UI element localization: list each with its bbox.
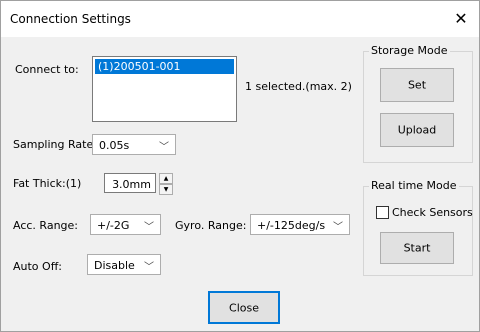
realtime-mode-title: Real time Mode [369, 179, 459, 192]
acc-range-select[interactable]: +/-2G ﹀ [90, 214, 161, 235]
upload-button-label: Upload [397, 123, 437, 137]
set-button-label: Set [407, 78, 427, 92]
gyro-range-select[interactable]: +/-125deg/s ﹀ [250, 214, 350, 235]
acc-range-label: Acc. Range: [13, 219, 78, 232]
fat-thick-stepper[interactable]: ▲ ▼ [159, 173, 173, 195]
start-button-label: Start [403, 241, 431, 255]
fat-thick-value: 3.0mm [112, 178, 151, 191]
gyro-range-label: Gyro. Range: [175, 219, 247, 232]
check-sensors-checkbox[interactable] [376, 206, 389, 219]
close-button-label: Close [229, 301, 259, 314]
connect-to-label: Connect to: [15, 63, 79, 76]
list-item[interactable]: (1)200501-001 [95, 59, 234, 74]
dialog-title: Connection Settings [10, 12, 131, 26]
close-button[interactable]: Close [208, 291, 280, 324]
chevron-down-icon: ﹀ [159, 142, 169, 153]
fat-thick-label: Fat Thick:(1) [13, 177, 82, 190]
selection-status: 1 selected.(max. 2) [245, 80, 352, 93]
chevron-down-icon: ﹀ [144, 262, 154, 273]
close-icon[interactable]: ✕ [451, 9, 471, 29]
start-button[interactable]: Start [380, 232, 454, 264]
connection-settings-dialog: Connection Settings ✕ Connect to: (1)200… [0, 0, 480, 332]
check-sensors-label: Check Sensors [392, 206, 473, 219]
spin-down-icon[interactable]: ▼ [159, 184, 173, 195]
sampling-rate-label: Sampling Rate: [13, 138, 97, 151]
sampling-rate-select[interactable]: 0.05s ﹀ [92, 134, 176, 155]
sampling-rate-value: 0.05s [99, 139, 130, 152]
auto-off-select[interactable]: Disable ﹀ [87, 254, 161, 275]
storage-mode-title: Storage Mode [369, 44, 450, 57]
chevron-down-icon: ﹀ [333, 222, 343, 233]
upload-button[interactable]: Upload [380, 113, 454, 147]
fat-thick-input[interactable]: 3.0mm [104, 173, 156, 193]
auto-off-label: Auto Off: [13, 260, 62, 273]
title-bar: Connection Settings ✕ [1, 1, 479, 37]
gyro-range-value: +/-125deg/s [257, 219, 326, 232]
chevron-down-icon: ﹀ [144, 222, 154, 233]
auto-off-value: Disable [94, 259, 135, 272]
acc-range-value: +/-2G [97, 219, 130, 232]
set-button[interactable]: Set [380, 68, 454, 102]
spin-up-icon[interactable]: ▲ [159, 173, 173, 184]
device-listbox[interactable]: (1)200501-001 [92, 56, 237, 122]
